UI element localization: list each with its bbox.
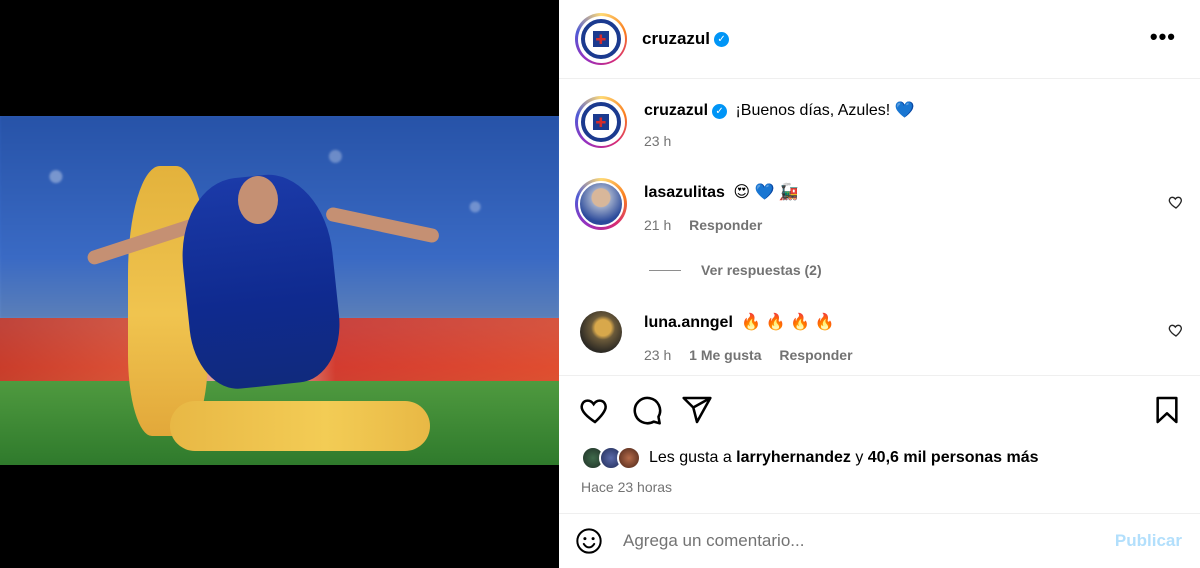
- caption-time[interactable]: 23 h: [644, 133, 671, 149]
- post-header: ✚ cruzazul ✓ •••: [559, 0, 1200, 79]
- reply-button[interactable]: Responder: [689, 217, 762, 233]
- bookmark-icon[interactable]: [1151, 394, 1183, 426]
- comment-time[interactable]: 23 h: [644, 347, 671, 363]
- liker-avatars: [581, 446, 641, 470]
- comment-username[interactable]: lasazulitas: [644, 184, 725, 201]
- likes-connector: y: [850, 449, 868, 466]
- reply-button[interactable]: Responder: [779, 347, 852, 363]
- publish-button[interactable]: Publicar: [1115, 531, 1182, 551]
- comment-time[interactable]: 21 h: [644, 217, 671, 233]
- author-username[interactable]: cruzazul: [642, 29, 710, 49]
- view-replies-button[interactable]: Ver respuestas (2): [649, 262, 822, 278]
- comment-like-heart-icon[interactable]: [1168, 194, 1184, 210]
- comment-text: 🔥 🔥 🔥 🔥: [741, 314, 835, 331]
- comment-input[interactable]: [623, 531, 1093, 551]
- caption-avatar[interactable]: ✚: [575, 96, 627, 148]
- author-avatar[interactable]: ✚: [575, 13, 627, 65]
- photo-player-head: [238, 176, 278, 224]
- comment-item: luna.anngel 🔥 🔥 🔥 🔥 23 h 1 Me gusta Resp…: [575, 306, 867, 366]
- cruz-azul-crest-icon: ✚: [581, 102, 621, 142]
- verified-badge-icon: ✓: [714, 31, 730, 47]
- photo-player-down: [170, 401, 430, 451]
- comment-like-heart-icon[interactable]: [1168, 322, 1184, 338]
- caption-username[interactable]: cruzazul: [644, 102, 708, 119]
- emoji-icon[interactable]: [575, 527, 603, 555]
- post-viewer: ✚ cruzazul ✓ ••• ✚ cruzazul ✓ ¡Buenos dí…: [0, 0, 1200, 568]
- commenter-avatar[interactable]: [575, 178, 627, 230]
- cruz-azul-crest-icon: ✚: [581, 19, 621, 59]
- more-options-icon[interactable]: •••: [1150, 26, 1176, 48]
- liker-username[interactable]: larryhernandez: [736, 449, 851, 467]
- comment-likes[interactable]: 1 Me gusta: [689, 347, 761, 363]
- heart-icon[interactable]: [579, 394, 611, 426]
- replies-divider: [649, 269, 681, 271]
- commenter-avatar[interactable]: [575, 306, 627, 358]
- post-timestamp[interactable]: Hace 23 horas: [581, 479, 672, 495]
- verified-badge-icon: ✓: [712, 104, 728, 119]
- view-replies-label: Ver respuestas (2): [701, 262, 822, 278]
- likes-prefix: Les gusta a: [649, 449, 737, 466]
- caption-text: ¡Buenos días, Azules! 💙: [735, 102, 915, 119]
- likes-summary: Les gusta a larryhernandez y 40,6 mil pe…: [581, 446, 1039, 470]
- comments-list: ✚ cruzazul ✓ ¡Buenos días, Azules! 💙 23 h: [559, 80, 1200, 376]
- comment-text: 😍 💙 🚂: [733, 184, 799, 201]
- comment-composer: Publicar: [559, 513, 1200, 568]
- post-details-panel: ✚ cruzazul ✓ ••• ✚ cruzazul ✓ ¡Buenos dí…: [559, 0, 1200, 568]
- likes-count[interactable]: 40,6 mil personas más: [868, 449, 1039, 467]
- comment-icon[interactable]: [631, 394, 663, 426]
- post-photo[interactable]: [0, 116, 559, 465]
- share-icon[interactable]: [681, 394, 713, 426]
- post-actions-bar: [559, 380, 1200, 440]
- media-pane: [0, 0, 559, 568]
- comment-username[interactable]: luna.anngel: [644, 314, 733, 331]
- comment-item: lasazulitas 😍 💙 🚂 21 h Responder: [575, 178, 799, 236]
- caption-row: ✚ cruzazul ✓ ¡Buenos días, Azules! 💙 23 h: [575, 96, 915, 152]
